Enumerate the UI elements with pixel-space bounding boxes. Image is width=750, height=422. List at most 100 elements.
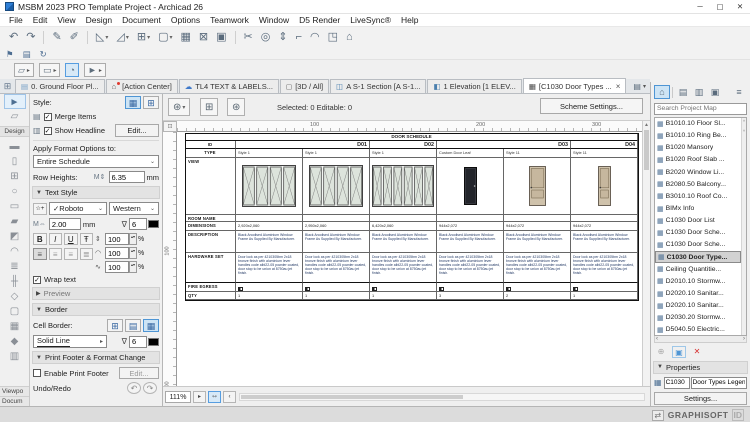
project-map-icon[interactable]: ⌂ [654,85,670,99]
menu-item[interactable]: Window [254,15,294,25]
tab[interactable]: ▤0. Ground Floor Pl... [15,79,105,93]
close-button[interactable]: ✕ [730,0,750,13]
menu-item[interactable]: Help [396,15,423,25]
expand-cells-button[interactable]: ⊞ [200,98,218,116]
project-map-item[interactable]: ▦D2020.10 Sanitar... [655,300,741,312]
schedule-cell-description[interactable]: Black Anodised Aluminium Window Frame As… [437,231,504,253]
show-headline-checkbox[interactable]: ✓ [44,127,52,135]
schedule-cell-fire[interactable] [504,283,571,292]
zone-tool-icon[interactable]: ▢ [4,304,26,319]
schedule-cell-description[interactable]: Black Anodised Aluminium Window Frame As… [504,231,571,253]
scroll-right-icon[interactable]: › [743,336,745,342]
scrollbar-thumb[interactable] [644,130,649,170]
wrap-text-checkbox[interactable]: ✓ [33,276,41,284]
project-map-item[interactable]: ▦B1020 Mansory [655,142,741,154]
project-map-item[interactable]: ▦C1030 Door Sche... [655,239,741,251]
schedule-cell-fire[interactable] [437,283,504,292]
menu-item[interactable]: Document [117,15,166,25]
style-grid-button-1[interactable]: ▦ [125,96,141,109]
menu-item[interactable]: Design [81,15,117,25]
project-map-item[interactable]: ▦D5040.50 Electric... [655,324,741,336]
enable-print-footer-checkbox[interactable] [33,369,41,377]
toolbar-button[interactable]: ◠ [307,30,323,45]
schedule-cell-dimensions[interactable]: 6,420x2,060 [370,222,437,231]
schedule-canvas[interactable]: DOOR SCHEDULEIDD01D02D03D04TYPEStyle 1St… [177,132,642,386]
align-justify-button[interactable]: ≣ [80,248,94,260]
stepper-control[interactable]: ▴▾ [129,261,137,273]
stepper-control[interactable]: ▴▾ [129,247,137,259]
tab[interactable]: ◻[3D / All] [280,79,329,93]
railing-tool-icon[interactable]: ╫ [4,274,26,289]
menu-item[interactable]: View [52,15,80,25]
toolbar-button[interactable]: ◎ [258,30,274,45]
toolbar-button[interactable]: ✐ [67,30,82,45]
toolbar-button[interactable]: ◺▾ [93,30,111,45]
border-all-button[interactable]: ▦ [143,319,159,332]
schedule-cell-dimensions[interactable]: 2,920x2,060 [236,222,303,231]
favorites-button[interactable]: ☆+ [33,203,47,215]
stair-tool-icon[interactable]: ≣ [4,259,26,274]
window-tool-icon[interactable]: ⊞ [4,169,26,184]
schedule-cell-dimensions[interactable]: 2,950x2,060 [303,222,370,231]
delete-item-button[interactable]: ✕ [690,346,704,358]
schedule-cell-hardware[interactable]: Door lock as per 4210305bm 2x18 bronze f… [236,253,303,283]
schedule-cell-room[interactable] [370,215,437,222]
schedule-cell-fire[interactable] [303,283,370,292]
underline-button[interactable]: U [64,233,78,245]
border-horizontal-button[interactable]: ▤ [125,319,141,332]
schedule-cell-view[interactable] [303,158,370,215]
schedule-cell-hardware[interactable]: Door lock as per 4210305bm 2x18 bronze f… [303,253,370,283]
toolbar-button[interactable]: ✂ [241,30,256,45]
schedule-cell-room[interactable] [303,215,370,222]
schedule-cell-hardware[interactable]: Door lock as per 4210305bm 2x18 bronze f… [571,253,638,283]
tab[interactable]: ☁TL4 TEXT & LABELS... [179,79,279,93]
schedule-cell-view[interactable] [504,158,571,215]
schedule-cell-hardware[interactable]: Door lock as per 4210305bm 2x18 bronze f… [437,253,504,283]
border-none-button[interactable]: ⊞ [107,319,123,332]
project-map-item[interactable]: ▦C1030 Door Type... [655,251,741,263]
schedule-cell-room[interactable] [437,215,504,222]
schedule-cell-description[interactable]: Black Anodised Aluminium Window Frame As… [370,231,437,253]
schedule-cell-qty[interactable]: 1 [370,292,437,300]
column-tool-icon[interactable]: ○ [4,184,26,199]
dimension-tool-icon[interactable]: ⚑ [6,49,14,59]
toolbar-button[interactable]: ▢▾ [155,30,175,45]
rename-item-button[interactable]: ▣ [672,346,686,358]
schedule-cell-type[interactable]: Style 1 [236,149,303,158]
spacing-input[interactable] [105,261,129,273]
schedule-cell-type[interactable]: Style 1 [303,149,370,158]
toolbar-button[interactable]: ⌐ [293,30,305,45]
door-id-cell[interactable]: D01 [236,141,370,149]
schedule-cell-dimensions[interactable]: 944x2,072 [571,222,638,231]
project-map-item[interactable]: ▦D2020.10 Sanitar... [655,287,741,299]
merge-items-checkbox[interactable]: ✓ [44,113,52,121]
door-id-cell[interactable]: D02 [370,141,437,149]
schedule-cell-view[interactable] [370,158,437,215]
pop-up-navigator-icon[interactable]: ⊞ [0,79,15,93]
toolbar-button[interactable]: ↷ [23,30,38,45]
scroll-left-icon[interactable]: ‹ [656,336,658,342]
schedule-cell-type[interactable]: Style 11 [504,149,571,158]
roof-tool-icon[interactable]: ◩ [4,229,26,244]
border-pen-color-swatch[interactable] [148,338,159,346]
strikethrough-button[interactable]: Ŧ [80,233,94,245]
settings-button[interactable]: Settings... [654,392,747,405]
text-pen-input[interactable] [129,218,147,230]
align-left-button[interactable]: ≡ [33,248,47,260]
object-tool-icon[interactable]: ◇ [4,289,26,304]
border-section-header[interactable]: ▼ Border [32,303,160,316]
schedule-cell-qty[interactable]: 1 [303,292,370,300]
project-map-item[interactable]: ▦B1010.10 Floor Sl... [655,118,741,130]
quick-options-button[interactable]: ▤ ▾ [629,79,650,93]
door-id-cell[interactable]: D03 [437,141,571,149]
schedule-cell-view[interactable] [236,158,303,215]
schedule-cell-hardware[interactable]: Door lock as per 4210305bm 2x18 bronze f… [370,253,437,283]
tab[interactable]: ⌂[Action Center] [106,79,178,93]
schedule-cell-fire[interactable] [236,283,303,292]
wall-tool-icon[interactable]: ▬ [4,139,26,154]
orbit-button[interactable]: ◔ [65,63,78,77]
scroll-up-icon[interactable]: ▲ [643,121,650,129]
graphisoft-id-icon[interactable]: ⇄ [652,410,664,421]
schedule-cell-view[interactable] [437,158,504,215]
print-footer-edit-button[interactable]: Edit... [119,367,159,379]
